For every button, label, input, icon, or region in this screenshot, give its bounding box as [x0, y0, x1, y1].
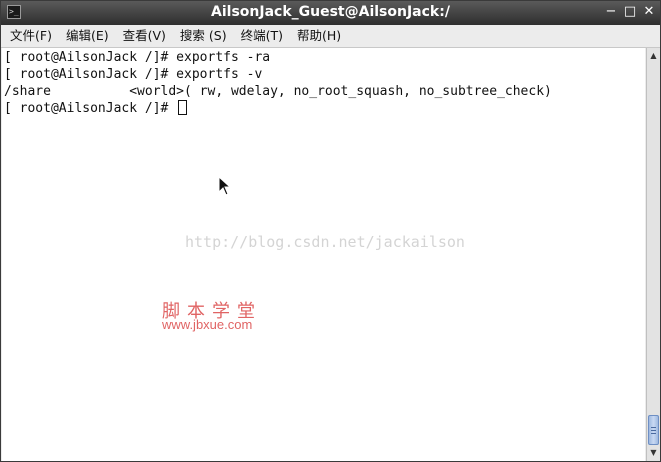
site-url-watermark: www.jbxue.com: [162, 317, 253, 332]
menu-edit[interactable]: 编辑(E): [60, 25, 115, 47]
terminal-line: [ root@AilsonJack /]# exportfs -v: [4, 67, 263, 82]
close-button[interactable]: ✕: [641, 4, 657, 20]
menu-file[interactable]: 文件(F): [4, 25, 58, 47]
text-cursor: [178, 100, 188, 115]
minimize-button[interactable]: −: [603, 4, 619, 20]
scroll-thumb[interactable]: [648, 415, 659, 445]
vertical-scrollbar[interactable]: ▲ ▼: [646, 48, 660, 461]
scroll-down-icon[interactable]: ▼: [648, 447, 659, 459]
terminal-prompt-line: [ root@AilsonJack /]#: [4, 100, 188, 117]
menu-view[interactable]: 查看(V): [117, 25, 172, 47]
window-title: AilsonJack_Guest@AilsonJack:/: [211, 4, 450, 20]
terminal-window: >_ AilsonJack_Guest@AilsonJack:/ − □ ✕ 文…: [0, 0, 661, 462]
blog-watermark: http://blog.csdn.net/jackailson: [185, 233, 465, 251]
mouse-pointer-icon: [218, 176, 232, 196]
menu-terminal[interactable]: 终端(T): [235, 25, 289, 47]
terminal-output[interactable]: [ root@AilsonJack /]# exportfs -ra [ roo…: [2, 48, 645, 461]
scroll-up-icon[interactable]: ▲: [648, 50, 659, 62]
maximize-button[interactable]: □: [622, 4, 638, 20]
menu-bar: 文件(F) 编辑(E) 查看(V) 搜索 (S) 终端(T) 帮助(H): [1, 25, 660, 48]
menu-search[interactable]: 搜索 (S): [174, 25, 233, 47]
menu-help[interactable]: 帮助(H): [291, 25, 347, 47]
title-bar[interactable]: >_ AilsonJack_Guest@AilsonJack:/ − □ ✕: [1, 1, 660, 25]
terminal-line: /share <world>( rw, wdelay, no_root_squa…: [4, 84, 552, 99]
terminal-prompt: [ root@AilsonJack /]#: [4, 101, 177, 116]
terminal-line: [ root@AilsonJack /]# exportfs -ra: [4, 50, 271, 65]
